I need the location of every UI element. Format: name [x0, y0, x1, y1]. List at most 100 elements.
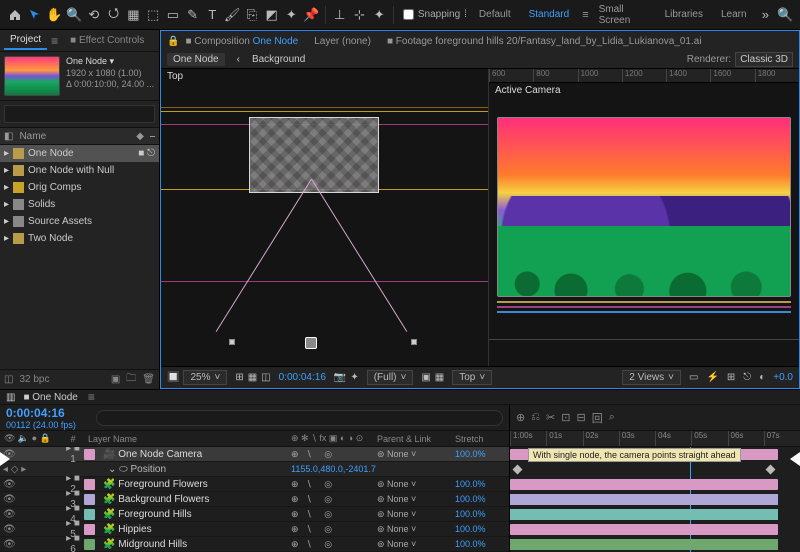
- keyframe[interactable]: [513, 465, 523, 475]
- track[interactable]: [510, 477, 800, 492]
- type-tool-icon[interactable]: T: [204, 4, 222, 26]
- type-filter-icon[interactable]: ◧: [4, 131, 13, 142]
- home-icon[interactable]: [6, 4, 24, 26]
- tl-tool-4[interactable]: ⊡: [561, 411, 570, 424]
- track[interactable]: [510, 522, 800, 537]
- transparency-icon[interactable]: ▦: [435, 372, 444, 383]
- timeline-icon[interactable]: ⊞: [727, 372, 735, 383]
- project-item[interactable]: ▸ Orig Comps: [0, 179, 159, 196]
- res-auto-icon[interactable]: ⊞: [235, 372, 243, 383]
- snapshot-icon[interactable]: 📷: [334, 372, 346, 383]
- top-view[interactable]: Top: [161, 69, 489, 366]
- project-search-input[interactable]: [4, 105, 155, 123]
- workspace-standard[interactable]: Standard: [521, 6, 578, 23]
- magnify-icon[interactable]: 🔲: [167, 372, 179, 383]
- snapping-toggle[interactable]: Snapping ⁞: [403, 9, 467, 20]
- tl-tool-7[interactable]: ⌕: [609, 411, 615, 424]
- comp-thumbnail[interactable]: [4, 56, 60, 96]
- axis-view-icon[interactable]: ✦: [370, 4, 388, 26]
- workspace-menu-icon[interactable]: ≡: [582, 9, 588, 21]
- channel-icon[interactable]: ✦: [350, 372, 358, 383]
- fast-preview-icon[interactable]: ⚡: [706, 372, 718, 383]
- delete-icon[interactable]: 🗑: [142, 374, 155, 385]
- search-icon[interactable]: 🔍: [776, 4, 794, 26]
- breadcrumb-parent[interactable]: Background: [252, 54, 305, 65]
- workspace-default[interactable]: Default: [471, 6, 519, 23]
- orbit-tool-icon[interactable]: ⟲: [85, 4, 103, 26]
- track[interactable]: [510, 537, 800, 552]
- active-camera-view[interactable]: 60080010001200140016001800 Active Camera: [489, 69, 799, 366]
- rotation-tool-icon[interactable]: ⭯: [105, 4, 123, 26]
- current-timecode[interactable]: 0:00:04:16: [6, 406, 76, 420]
- resolution-select[interactable]: (Full) ˅: [367, 370, 414, 385]
- timeline-search-input[interactable]: [96, 410, 503, 426]
- zoom-select[interactable]: 25% ˅: [183, 370, 227, 385]
- workspace-learn[interactable]: Learn: [713, 6, 755, 23]
- tl-tool-5[interactable]: ⊟: [576, 411, 585, 424]
- project-menu-icon[interactable]: ≡: [51, 34, 58, 48]
- project-item[interactable]: ▸ Two Node: [0, 230, 159, 247]
- workspace-overflow-icon[interactable]: »: [757, 4, 775, 26]
- lock-icon[interactable]: 🔒: [167, 36, 179, 47]
- new-comp-icon[interactable]: ▣: [111, 374, 120, 385]
- timeline-tracks[interactable]: With single node, the camera points stra…: [510, 447, 800, 552]
- workspace-libraries[interactable]: Libraries: [657, 6, 711, 23]
- camera-node[interactable]: [305, 337, 317, 349]
- track[interactable]: [510, 492, 800, 507]
- selection-tool-icon[interactable]: [26, 4, 44, 26]
- col-parent[interactable]: Parent & Link: [377, 434, 455, 444]
- timeline-ruler[interactable]: 1:00s01s02s03s04s05s06s07s: [510, 431, 800, 447]
- tl-tool-3[interactable]: ✂: [546, 411, 555, 424]
- pen-tool-icon[interactable]: ✎: [184, 4, 202, 26]
- type-col-icon[interactable]: ⎯: [150, 131, 155, 142]
- keyframe[interactable]: [766, 465, 776, 475]
- comp-mini-icon[interactable]: ▥: [6, 392, 15, 403]
- footage-tab[interactable]: ■ Footage foreground hills 20/Fantasy_la…: [387, 36, 702, 47]
- zoom-tool-icon[interactable]: 🔍: [65, 4, 83, 26]
- label-col-icon[interactable]: ◆: [136, 131, 144, 142]
- col-stretch[interactable]: Stretch: [455, 434, 509, 444]
- track[interactable]: [510, 507, 800, 522]
- workspace-smallscreen[interactable]: Small Screen: [591, 1, 655, 29]
- panel-resize-left[interactable]: [0, 452, 10, 466]
- pan-behind-tool-icon[interactable]: ⬚: [144, 4, 162, 26]
- shape-tool-icon[interactable]: ▭: [164, 4, 182, 26]
- tl-tool-2[interactable]: ⎌: [531, 411, 540, 424]
- roto-tool-icon[interactable]: ✦: [283, 4, 301, 26]
- layer-row[interactable]: 👁 ▸ ■ 6🧩 Midground Hills⊕ ∖ ◎⊚ None ˅100…: [0, 537, 509, 552]
- frame-counter[interactable]: 00112 (24.00 fps): [6, 420, 76, 430]
- project-item[interactable]: ▸ Solids: [0, 196, 159, 213]
- view-mode-select[interactable]: Top ˅: [452, 370, 492, 385]
- puppet-tool-icon[interactable]: 📌: [302, 4, 320, 26]
- tl-tool-1[interactable]: ⊕: [516, 411, 525, 424]
- axis-world-icon[interactable]: ⊹: [351, 4, 369, 26]
- project-item[interactable]: ▸ Source Assets: [0, 213, 159, 230]
- mask-icon[interactable]: ◫: [261, 372, 270, 383]
- exposure-value[interactable]: +0.0: [773, 372, 793, 383]
- interpret-footage-icon[interactable]: ◫: [4, 374, 13, 385]
- handle-right[interactable]: [411, 339, 417, 345]
- brush-tool-icon[interactable]: 🖌: [223, 4, 241, 26]
- bpc-toggle[interactable]: 32 bpc: [19, 374, 49, 385]
- panel-resize-right[interactable]: [790, 452, 800, 466]
- views-layout-select[interactable]: 2 Views ˅: [622, 370, 681, 385]
- axis-local-icon[interactable]: ⊥: [331, 4, 349, 26]
- effect-controls-tab[interactable]: ■ Effect Controls: [64, 32, 150, 49]
- timeline-menu-icon[interactable]: ≡: [88, 390, 95, 404]
- handle-left[interactable]: [229, 339, 235, 345]
- flowchart-icon[interactable]: ⎋: [743, 372, 751, 383]
- breadcrumb-current[interactable]: One Node: [167, 53, 225, 66]
- pixel-aspect-icon[interactable]: ▭: [689, 372, 698, 383]
- footer-timecode[interactable]: 0:00:04:16: [279, 372, 326, 383]
- layer-list[interactable]: 👁 ▸ ■ 1🎥 One Node Camera⊕ ∖ ◎⊚ None ˅100…: [0, 447, 509, 552]
- hand-tool-icon[interactable]: ✋: [46, 4, 64, 26]
- clone-tool-icon[interactable]: ⎘: [243, 4, 261, 26]
- layer-row[interactable]: 👁 ▸ ■ 1🎥 One Node Camera⊕ ∖ ◎⊚ None ˅100…: [0, 447, 509, 462]
- renderer-select[interactable]: Classic 3D: [735, 52, 793, 67]
- tl-tool-6[interactable]: 回: [592, 410, 603, 426]
- new-folder-icon[interactable]: 🗀: [126, 371, 136, 388]
- grid-icon[interactable]: ▦: [248, 372, 257, 383]
- project-item[interactable]: ▸ One Node with Null: [0, 162, 159, 179]
- exposure-reset-icon[interactable]: ◐: [759, 372, 765, 383]
- name-col[interactable]: Name: [19, 131, 46, 142]
